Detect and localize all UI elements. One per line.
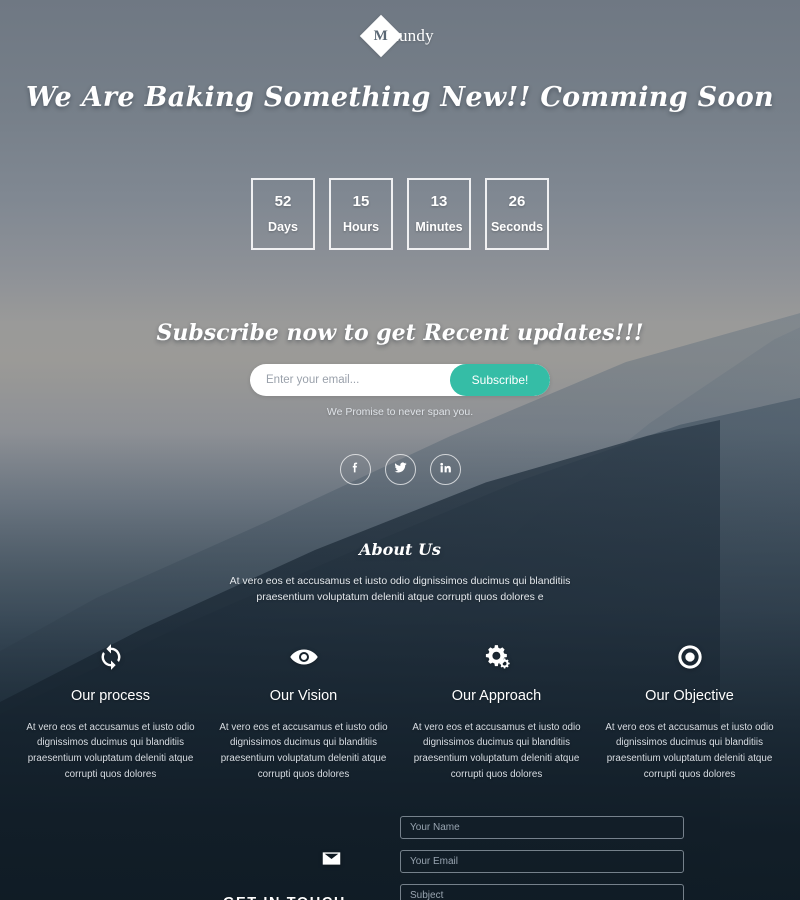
about-text: At vero eos et accusamus et iusto odio d… [229,575,571,604]
contact-section: GET IN TOUCH Lorem ipsum dolor sit amet,… [0,810,800,900]
social-links [0,454,800,485]
feature-our-vision: Our Vision At vero eos et accusamus et i… [207,640,400,783]
feature-title: Our process [71,687,150,704]
feature-text: At vero eos et accusamus et iusto odio d… [26,721,195,780]
facebook-icon [349,461,362,479]
feature-our-approach: Our Approach At vero eos et accusamus et… [400,640,593,783]
gears-icon [408,640,585,674]
contact-email-input[interactable] [400,850,684,874]
feature-title: Our Objective [645,687,734,704]
landing-page: M aundy We Are Baking Something New!! Co… [0,0,800,900]
countdown-days: 52 Days [251,178,315,250]
feature-our-objective: Our Objective At vero eos et accusamus e… [593,640,786,783]
hero-title: We Are Baking Something New!! Comming So… [26,82,774,113]
countdown-minutes-value: 13 [430,193,448,211]
social-linkedin-button[interactable] [429,454,461,485]
feature-text: At vero eos et accusamus et iusto odio d… [412,721,581,780]
linkedin-icon [439,461,452,479]
logo-letter: M [374,27,389,44]
countdown-hours-label: Hours [342,220,380,235]
contact-subject-input[interactable] [400,884,684,900]
subscribe-form: Subscribe! [250,364,550,396]
contact-info: GET IN TOUCH Lorem ipsum dolor sit amet,… [60,810,400,900]
twitter-icon [394,461,407,479]
subscribe-email-input[interactable] [250,364,450,396]
feature-title: Our Approach [451,687,542,704]
countdown-minutes-label: Minutes [415,220,463,235]
social-facebook-button[interactable] [339,454,371,485]
social-twitter-button[interactable] [384,454,416,485]
subscribe-title: Subscribe now to get Recent updates!!! [156,320,644,346]
feature-text: At vero eos et accusamus et iusto odio d… [219,721,388,780]
countdown-seconds-label: Seconds [490,220,544,235]
contact-heading: GET IN TOUCH [60,895,390,900]
eye-icon [215,640,392,674]
about-title: About Us [359,540,441,559]
countdown-days-label: Days [268,220,298,235]
bullseye-icon [601,640,778,674]
subscribe-note: We Promise to never span you. [326,406,474,418]
features-row: Our process At vero eos et accusamus et … [0,640,800,783]
feature-our-process: Our process At vero eos et accusamus et … [14,640,207,783]
logo-diamond-icon: M [360,14,403,58]
site-logo[interactable]: M aundy [0,0,800,58]
feature-text: At vero eos et accusamus et iusto odio d… [605,721,774,780]
countdown-timer: 52 Days 15 Hours 13 Minutes 26 Seconds [0,178,800,250]
feature-title: Our Vision [269,687,338,704]
contact-form [400,810,750,900]
subscribe-button[interactable]: Subscribe! [450,364,550,396]
countdown-seconds: 26 Seconds [485,178,549,250]
envelope-icon [60,848,390,869]
countdown-minutes: 13 Minutes [407,178,471,250]
contact-name-input[interactable] [400,816,684,840]
countdown-hours: 15 Hours [329,178,393,250]
refresh-icon [22,640,199,674]
countdown-hours-value: 15 [352,193,370,211]
countdown-seconds-value: 26 [508,193,526,211]
countdown-days-value: 52 [274,193,292,211]
